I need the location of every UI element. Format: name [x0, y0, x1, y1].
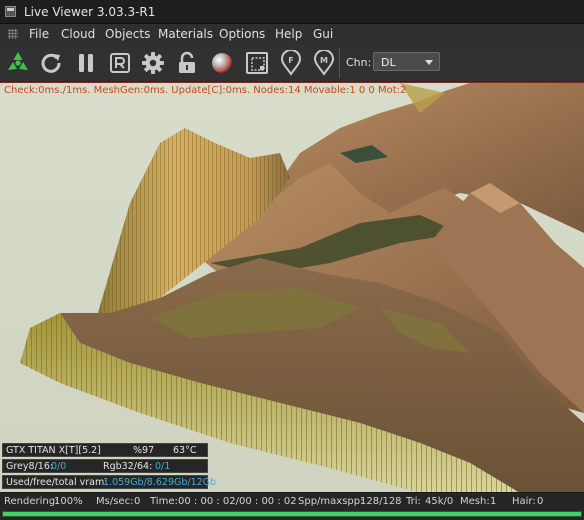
- rendering-value: 100%: [54, 496, 83, 507]
- tri-label: Tri:: [406, 496, 421, 507]
- menu-objects[interactable]: Objects: [105, 27, 150, 41]
- svg-text:M: M: [320, 56, 328, 65]
- r-button-icon[interactable]: [106, 49, 134, 77]
- menu-options[interactable]: Options: [219, 27, 265, 41]
- gpu-info-panel: GTX TITAN X[T][5.2] %97 63°C: [2, 443, 208, 457]
- pause-icon[interactable]: [72, 49, 100, 77]
- app-window-icon[interactable]: [5, 6, 16, 17]
- gpu-name: GTX TITAN X[T][5.2]: [6, 445, 101, 456]
- vram-info-panel: Used/free/total vram: 1.059Gb/8.629Gb/12…: [2, 475, 216, 489]
- spp-label: Spp/maxspp:: [298, 496, 364, 507]
- time-value: 00 : 00 : 02/00 : 00 : 02: [178, 496, 297, 507]
- menu-grip-icon[interactable]: [8, 29, 18, 39]
- menu-bar: File Cloud Objects Materials Options Hel…: [0, 24, 584, 44]
- vram-value: 1.059Gb/8.629Gb/12Gb: [103, 477, 217, 488]
- toolbar: F M Chn: DL: [0, 44, 584, 82]
- reload-icon[interactable]: [37, 49, 65, 77]
- rendering-label: Rendering:: [4, 496, 59, 507]
- channel-label: Chn:: [346, 56, 372, 69]
- menu-cloud[interactable]: Cloud: [61, 27, 95, 41]
- mesh-value: 1: [490, 496, 497, 507]
- region-icon[interactable]: [243, 49, 271, 77]
- render-viewport[interactable]: Check:0ms./1ms. MeshGen:0ms. Update[C]:0…: [0, 82, 584, 492]
- ms-value: 0: [134, 496, 141, 507]
- gpu-temp: 63°C: [173, 445, 197, 456]
- ms-label: Ms/sec:: [96, 496, 134, 507]
- hair-value: 0: [537, 496, 544, 507]
- gpu-usage: %97: [133, 445, 155, 456]
- texture-info-panel: Grey8/16: 0/0 Rgb32/64: 0/1: [2, 459, 208, 473]
- rgb-label: Rgb32/64:: [103, 461, 153, 472]
- svg-text:F: F: [288, 56, 293, 65]
- mesh-label: Mesh:: [460, 496, 490, 507]
- spp-value: 128/128: [360, 496, 402, 507]
- tri-value: 45k/0: [425, 496, 454, 507]
- grey-label: Grey8/16:: [6, 461, 54, 472]
- channel-select-value: DL: [381, 56, 396, 69]
- status-bar: Rendering: 100% Ms/sec: 0 Time: 00 : 00 …: [0, 492, 584, 520]
- radiation-icon[interactable]: [4, 49, 32, 77]
- rgb-value: 0/1: [155, 461, 171, 472]
- title-bar: Live Viewer 3.03.3-R1: [0, 0, 584, 24]
- terrain-render: [0, 83, 584, 492]
- sphere-icon[interactable]: [208, 49, 236, 77]
- focus-pin-icon[interactable]: F: [277, 49, 305, 77]
- render-stats-overlay: Check:0ms./1ms. MeshGen:0ms. Update[C]:0…: [4, 85, 407, 96]
- chevron-down-icon: [425, 60, 433, 65]
- render-progress-fill: [3, 512, 581, 516]
- time-label: Time:: [150, 496, 178, 507]
- grey-value: 0/0: [51, 461, 67, 472]
- lock-icon[interactable]: [173, 49, 201, 77]
- gear-icon[interactable]: [139, 49, 167, 77]
- menu-help[interactable]: Help: [275, 27, 302, 41]
- window-title: Live Viewer 3.03.3-R1: [24, 5, 156, 19]
- menu-file[interactable]: File: [29, 27, 49, 41]
- render-progress-bar: [2, 511, 582, 517]
- toolbar-divider: [339, 48, 340, 78]
- menu-gui[interactable]: Gui: [313, 27, 333, 41]
- vram-label: Used/free/total vram:: [6, 477, 108, 488]
- hair-label: Hair:: [512, 496, 536, 507]
- channel-select[interactable]: DL: [373, 52, 440, 71]
- material-pin-icon[interactable]: M: [310, 49, 338, 77]
- menu-materials[interactable]: Materials: [158, 27, 213, 41]
